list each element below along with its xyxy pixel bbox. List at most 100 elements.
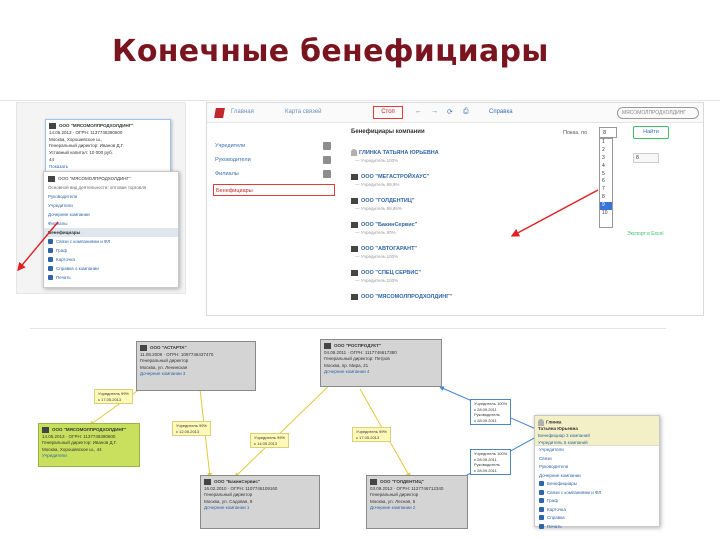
dropdown-option[interactable]: 10 (600, 210, 612, 218)
building-icon (351, 221, 358, 228)
menu-item-uchrediteli[interactable]: Учредители (44, 201, 178, 210)
menu-item-beneficiaries[interactable]: Бенефициары (535, 480, 659, 489)
company-card-line: 14.05.2013 · ОГРН: 1137746390600 (49, 129, 123, 135)
graph-node-company[interactable]: ООО "РОСПРОДУКТ" 04.08.2011 · ОГРН: 1117… (320, 339, 442, 387)
edge-label: Учредитель 100% с 28.09.2011 Руководитель с… (470, 399, 512, 426)
menu-item-graph[interactable]: Граф (44, 246, 178, 255)
dropdown-option[interactable]: 1 (600, 139, 612, 147)
company-card-show-link[interactable]: Показать (49, 164, 167, 171)
menu-header-line: Основной вид деятельности: оптовая торго… (48, 185, 147, 190)
per-page-select[interactable]: 8 (599, 127, 617, 138)
graph-node-company[interactable]: ООО "ГОЛДЕНТИЦ" 03.09.2012 · ОГРН: 11277… (366, 475, 468, 529)
beneficiary-row[interactable]: ООО "СПЕЦ СЕРВИС" — Учредитель 100% (351, 269, 591, 284)
sidebar-item-founders[interactable]: Учредители (213, 140, 335, 152)
beneficiary-row[interactable]: ООО "МЕГАСТРОЙХАУС" — Учредитель 99,9% (351, 173, 591, 188)
menu-item-dochernie[interactable]: Дочерние компании (44, 210, 178, 219)
menu-item-print[interactable]: Печать (44, 273, 178, 282)
beneficiaries-main: Бенефициары компании Показ. по 8 Найти 1… (347, 125, 699, 315)
building-icon (351, 269, 358, 276)
check-icon (539, 481, 544, 487)
edge-label: Учредитель 99% с 14.05.2013 (250, 433, 289, 449)
dropdown-option-selected[interactable]: 9 (600, 202, 612, 211)
person-head-link[interactable]: Учредитель 5 компаний (538, 440, 656, 447)
sidebar-item-branches[interactable]: Филиалы (213, 168, 335, 180)
building-icon (351, 293, 358, 300)
company-card-line: Генеральный директор: Иванов Д.Г. (49, 143, 124, 149)
forward-icon[interactable]: → (431, 108, 438, 115)
per-page-secondary-select[interactable]: 8 (633, 153, 659, 163)
company-card[interactable]: ООО "МЯСОМОЛПРОДХОЛДИНГ" 14.05.2013 · ОГ… (45, 119, 171, 179)
beneficiary-row[interactable]: ООО "ГОЛДЕНТИЦ" — Учредитель 99,95% (351, 197, 591, 212)
node-link[interactable]: Дочерние компании 3 (140, 371, 252, 378)
per-page-dropdown[interactable]: 1 2 3 4 5 6 7 8 9 10 (599, 138, 613, 228)
graph-node-company[interactable]: ООО "БакинСервис" 16.02.2010 · ОГРН: 110… (200, 475, 320, 529)
dropdown-option[interactable]: 4 (600, 163, 612, 171)
building-icon (140, 345, 147, 351)
graph-icon (48, 248, 53, 254)
company-search-input[interactable]: МЯСОМОЛПРОДХОЛДИНГ (617, 107, 699, 119)
beneficiary-row[interactable]: ООО "МЯСОМОЛПРОДХОЛДИНГ" (351, 293, 591, 301)
refresh-icon[interactable]: ⟳ (447, 108, 453, 116)
help-link[interactable]: Справка (489, 109, 513, 115)
sidebar-item-managers[interactable]: Руководители (213, 154, 335, 166)
menu-item-rukovoditeli[interactable]: Руководители (44, 192, 178, 201)
beneficiary-share: — Учредитель 90% (355, 230, 396, 235)
menu-item-links[interactable]: Связи (535, 455, 659, 464)
edge-label: Учредитель 100% с 28.09.2011 Руководитель с… (470, 449, 512, 476)
menu-item-subsidiaries[interactable]: Дочерние компании (535, 472, 659, 481)
menu-item-card[interactable]: Карточка (535, 506, 659, 515)
find-button[interactable]: Найти (633, 126, 669, 139)
beneficiary-row[interactable]: ООО "БакинСервис" — Учредитель 90% (351, 221, 591, 236)
node-link[interactable]: Дочерние компании 2 (370, 505, 464, 512)
stop-button[interactable]: Стоп (373, 106, 403, 119)
node-link[interactable]: Дочерние компании 4 (324, 369, 438, 376)
export-link[interactable]: Экспорт в Excel (627, 231, 663, 237)
nav-start-link[interactable]: Главная (231, 109, 254, 115)
menu-item-managers[interactable]: Руководители (535, 463, 659, 472)
dropdown-option[interactable]: 2 (600, 147, 612, 155)
dropdown-option[interactable]: 3 (600, 155, 612, 163)
person-head-link[interactable]: Бенефициар 3 компаний (538, 433, 656, 440)
menu-header-line: ООО "МЯСОМОЛПРОДХОЛДИНГ" (44, 174, 178, 183)
menu-item-graph[interactable]: Граф (535, 497, 659, 506)
graph-node-company[interactable]: ООО "АСТАРТА" 11.08.2009 · ОГРН: 1097746… (136, 341, 256, 391)
dropdown-option[interactable]: 6 (600, 178, 612, 186)
nav-map-link[interactable]: Карта связей (285, 109, 321, 115)
beneficiary-share: — Учредитель 100% (355, 254, 399, 259)
menu-item-beneficiary[interactable]: Бенефициары (44, 228, 178, 237)
menu-item-card[interactable]: Карточка (44, 255, 178, 264)
count-badge (323, 156, 331, 164)
graph-node-root-company[interactable]: ООО "МЯСОМОЛПРОДХОЛДИНГ" 14.05.2013 · ОГ… (38, 423, 140, 467)
edge-label: Учредитель 99% с 12.05.2013 (172, 421, 211, 437)
menu-item-filialy[interactable]: Филиалы (44, 219, 178, 228)
menu-item-print[interactable]: Печать (535, 523, 659, 532)
slide-title: Конечные бенефициары (112, 34, 549, 69)
menu-item-reference[interactable]: Справка (535, 514, 659, 523)
building-icon (48, 175, 55, 182)
print-icon[interactable]: ⎙ (463, 108, 469, 116)
back-icon[interactable]: ← (415, 108, 422, 115)
graph-icon (539, 498, 544, 504)
title-divider (0, 100, 720, 101)
dropdown-option[interactable]: 5 (600, 171, 612, 179)
beneficiary-share: — Учредитель 100% (355, 158, 399, 163)
sidebar: Учредители Руководители Филиалы Бенефици… (207, 124, 343, 314)
menu-item-founders[interactable]: Учредители (535, 446, 659, 455)
dropdown-option[interactable]: 7 (600, 186, 612, 194)
document-icon (48, 266, 53, 272)
menu-item-links[interactable]: Связи с компаниями и ФЛ (44, 237, 178, 246)
menu-item-reference[interactable]: Справка о компании (44, 264, 178, 273)
menu-item-links-fl[interactable]: Связи с компаниями и ФЛ (535, 489, 659, 498)
beneficiary-row[interactable]: ООО "АВТОГАРАНТ" — Учредитель 100% (351, 245, 591, 260)
dropdown-option[interactable]: 8 (600, 194, 612, 202)
beneficiary-row[interactable]: ГЛИНКА ТАТЬЯНА ЮРЬЕВНА — Учредитель 100% (351, 149, 591, 164)
node-link[interactable]: Дочерние компании 1 (204, 505, 316, 512)
building-icon (204, 479, 211, 485)
node-link[interactable]: Учредители (42, 453, 136, 460)
node-title: ООО "БакинСервис" (204, 479, 316, 486)
company-card-line: Уставный капитал: 10 000 руб. (49, 150, 113, 156)
sidebar-item-beneficiaries[interactable]: Бенефициары (213, 184, 335, 196)
node-title: ООО "ГОЛДЕНТИЦ" (370, 479, 464, 486)
edge-label: Учредитель 99% с 17.05.2013 (352, 427, 391, 443)
beneficiary-company-name: ООО "БакинСервис" (351, 221, 591, 229)
